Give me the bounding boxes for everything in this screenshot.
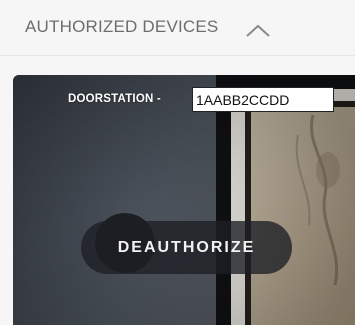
section-title: AUTHORIZED DEVICES [25, 17, 219, 36]
chevron-up-icon[interactable] [243, 18, 273, 42]
device-id-field[interactable] [192, 87, 334, 112]
deauthorize-button[interactable]: DEAUTHORIZE [81, 221, 292, 274]
device-snapshot-image [13, 75, 355, 325]
device-name-label: DOORSTATION - [68, 93, 161, 105]
authorized-devices-header[interactable]: AUTHORIZED DEVICES [0, 0, 355, 56]
device-card: DOORSTATION - DEAUTHORIZE [13, 75, 355, 325]
